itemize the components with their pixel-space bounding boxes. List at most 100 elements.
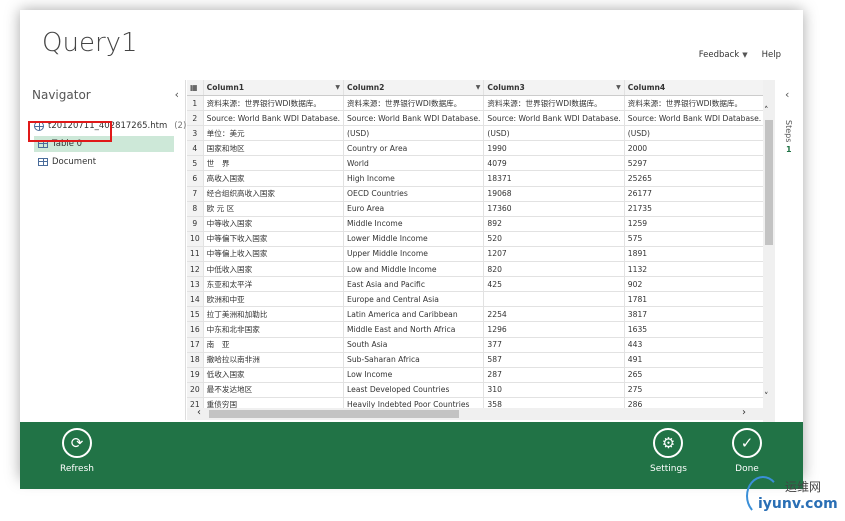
table-cell[interactable]: 820 [483,261,625,278]
table-cell[interactable]: (USD) [624,125,765,142]
table-cell[interactable]: 资料来源：世界银行WDI数据库。 [203,95,345,112]
table-cell[interactable]: 1296 [483,321,625,338]
table-cell[interactable]: 资料来源：世界银行WDI数据库。 [483,95,625,112]
table-cell[interactable]: 国家和地区 [203,140,345,157]
collapse-steps-icon[interactable]: ‹ [785,88,789,101]
table-cell[interactable]: 中等偏上收入国家 [203,246,345,263]
table-cell[interactable]: 2254 [483,306,625,323]
table-cell[interactable]: Middle East and North Africa [343,321,485,338]
table-cell[interactable]: 21735 [624,201,765,217]
scroll-left-icon[interactable]: ‹ [197,407,201,418]
table-cell[interactable]: 275 [624,382,765,398]
table-cell[interactable]: 902 [624,276,765,293]
table-cell[interactable]: Source: World Bank WDI Database. [203,110,345,127]
table-cell[interactable]: 425 [483,276,625,293]
table-cell[interactable]: (USD) [343,125,485,142]
help-link[interactable]: Help [762,50,781,60]
table-cell[interactable]: Europe and Central Asia [343,291,485,308]
scroll-down-icon[interactable]: ˅ [764,392,769,402]
table-cell[interactable]: South Asia [343,337,485,353]
dropdown-icon[interactable]: ▼ [476,84,481,91]
column-header[interactable]: Column3 ▼ [483,80,625,96]
table-cell[interactable]: 东亚和太平洋 [203,276,345,293]
scroll-right-icon[interactable]: › [742,407,746,418]
horizontal-scrollbar[interactable]: ‹ › [187,407,765,420]
table-cell[interactable]: 世 界 [203,155,345,172]
table-cell[interactable]: High Income [343,170,485,187]
feedback-menu[interactable]: Feedback ▼ [699,50,748,60]
table-cell[interactable]: 中等偏下收入国家 [203,231,345,247]
table-cell[interactable]: 3817 [624,306,765,323]
table-cell[interactable]: 高收入国家 [203,170,345,187]
collapse-navigator-icon[interactable]: ‹ [175,88,179,101]
nav-item-document[interactable]: Document [38,157,96,167]
table-cell[interactable]: East Asia and Pacific [343,276,485,293]
table-cell[interactable]: 4079 [483,155,625,172]
table-cell[interactable]: Euro Area [343,201,485,217]
table-cell[interactable]: 中低收入国家 [203,261,345,278]
table-cell[interactable]: 18371 [483,170,625,187]
table-cell[interactable]: 377 [483,337,625,353]
table-cell[interactable]: OECD Countries [343,186,485,202]
scroll-thumb[interactable] [209,410,459,418]
table-cell[interactable]: 587 [483,352,625,368]
table-cell[interactable]: 892 [483,216,625,232]
column-header[interactable]: Column2 ▼ [343,80,485,96]
table-cell[interactable]: 1635 [624,321,765,338]
table-cell[interactable]: Low and Middle Income [343,261,485,278]
table-cell[interactable]: Sub-Saharan Africa [343,352,485,368]
table-cell[interactable]: 19068 [483,186,625,202]
table-cell[interactable]: Country or Area [343,140,485,157]
table-cell[interactable]: 经合组织高收入国家 [203,186,345,202]
table-cell[interactable]: Middle Income [343,216,485,232]
table-cell[interactable]: 1781 [624,291,765,308]
table-cell[interactable]: 287 [483,367,625,383]
table-cell[interactable]: (USD) [483,125,625,142]
table-cell[interactable]: 575 [624,231,765,247]
table-cell[interactable]: 撒哈拉以南非洲 [203,352,345,368]
table-cell[interactable]: 310 [483,382,625,398]
table-cell[interactable]: 5297 [624,155,765,172]
table-cell[interactable]: 520 [483,231,625,247]
table-cell[interactable]: 中等收入国家 [203,216,345,232]
table-cell[interactable]: 1990 [483,140,625,157]
table-cell[interactable]: 265 [624,367,765,383]
vertical-scrollbar[interactable]: ˄ ˅ [763,80,775,422]
table-cell[interactable]: 资料来源：世界银行WDI数据库。 [624,95,765,112]
table-cell[interactable]: 单位：美元 [203,125,345,142]
scroll-up-icon[interactable]: ˄ [764,106,769,116]
table-cell[interactable]: 南 亚 [203,337,345,353]
table-cell[interactable]: 443 [624,337,765,353]
table-cell[interactable]: 491 [624,352,765,368]
table-cell[interactable]: Source: World Bank WDI Database. [343,110,485,127]
settings-button[interactable]: ⚙ Settings [650,428,687,474]
table-cell[interactable]: Latin America and Caribbean [343,306,485,323]
table-cell[interactable]: Least Developed Countries [343,382,485,398]
done-button[interactable]: ✓ Done [732,428,762,474]
table-cell[interactable]: 1891 [624,246,765,263]
table-cell[interactable]: 拉丁美洲和加勒比 [203,306,345,323]
table-cell[interactable]: 26177 [624,186,765,202]
table-cell[interactable]: 1132 [624,261,765,278]
table-cell[interactable]: Source: World Bank WDI Database. [483,110,625,127]
refresh-button[interactable]: ⟳ Refresh [60,428,94,474]
table-cell[interactable]: 最不发达地区 [203,382,345,398]
table-cell[interactable]: Source: World Bank WDI Database. [624,110,765,127]
table-cell[interactable]: 欧洲和中亚 [203,291,345,308]
scroll-thumb[interactable] [765,120,773,245]
table-cell[interactable]: 1207 [483,246,625,263]
table-cell[interactable]: 1259 [624,216,765,232]
table-corner-icon[interactable]: ▦ [187,80,204,96]
column-header[interactable]: Column4 [624,80,765,96]
table-cell[interactable]: 资料来源：世界银行WDI数据库。 [343,95,485,112]
column-header[interactable]: Column1 ▼ [203,80,345,96]
table-cell[interactable]: 低收入国家 [203,367,345,383]
table-cell[interactable]: 17360 [483,201,625,217]
table-cell[interactable]: 2000 [624,140,765,157]
table-cell[interactable]: Low Income [343,367,485,383]
table-cell[interactable]: World [343,155,485,172]
table-cell[interactable] [483,291,625,308]
table-cell[interactable]: 欧 元 区 [203,201,345,217]
table-cell[interactable]: Upper Middle Income [343,246,485,263]
table-cell[interactable]: 中东和北非国家 [203,321,345,338]
